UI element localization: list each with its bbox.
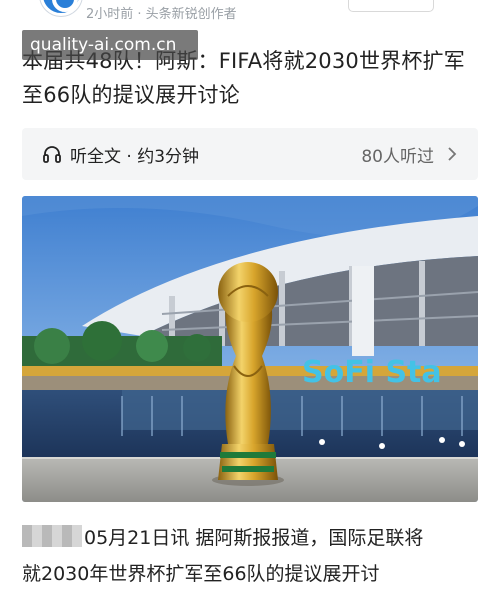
post-time-source: 2小时前 · 头条新锐创作者 <box>86 7 237 22</box>
listen-full-text-bar[interactable]: 听全文 · 约3分钟 80人听过 <box>22 128 478 180</box>
stadium-sign: SoFi Sta <box>302 355 442 390</box>
article-body-preview: 05月21日讯 据阿斯报报道，国际足联将 就2030年世界杯扩军至66队的提议展… <box>22 520 492 592</box>
headphone-icon <box>43 146 61 163</box>
redacted-source-label <box>22 525 82 547</box>
article-hero-image[interactable]: SoFi Sta <box>22 196 478 502</box>
body-line-1: 05月21日讯 据阿斯报报道，国际足联将 <box>22 520 492 556</box>
world-cup-trophy-photo: SoFi Sta <box>22 196 478 502</box>
body-line-2: 就2030年世界杯扩军至66队的提议展开讨 <box>22 563 380 585</box>
author-avatar[interactable] <box>40 0 82 16</box>
watermark-overlay: quality-ai.com.cn <box>22 30 198 60</box>
listen-label: 听全文 · 约3分钟 <box>70 147 200 167</box>
listener-count: 80人听过 <box>361 147 434 167</box>
chevron-right-icon <box>448 147 457 161</box>
follow-button[interactable] <box>348 0 434 12</box>
author-meta-row: 2小时前 · 头条新锐创作者 <box>0 0 500 22</box>
